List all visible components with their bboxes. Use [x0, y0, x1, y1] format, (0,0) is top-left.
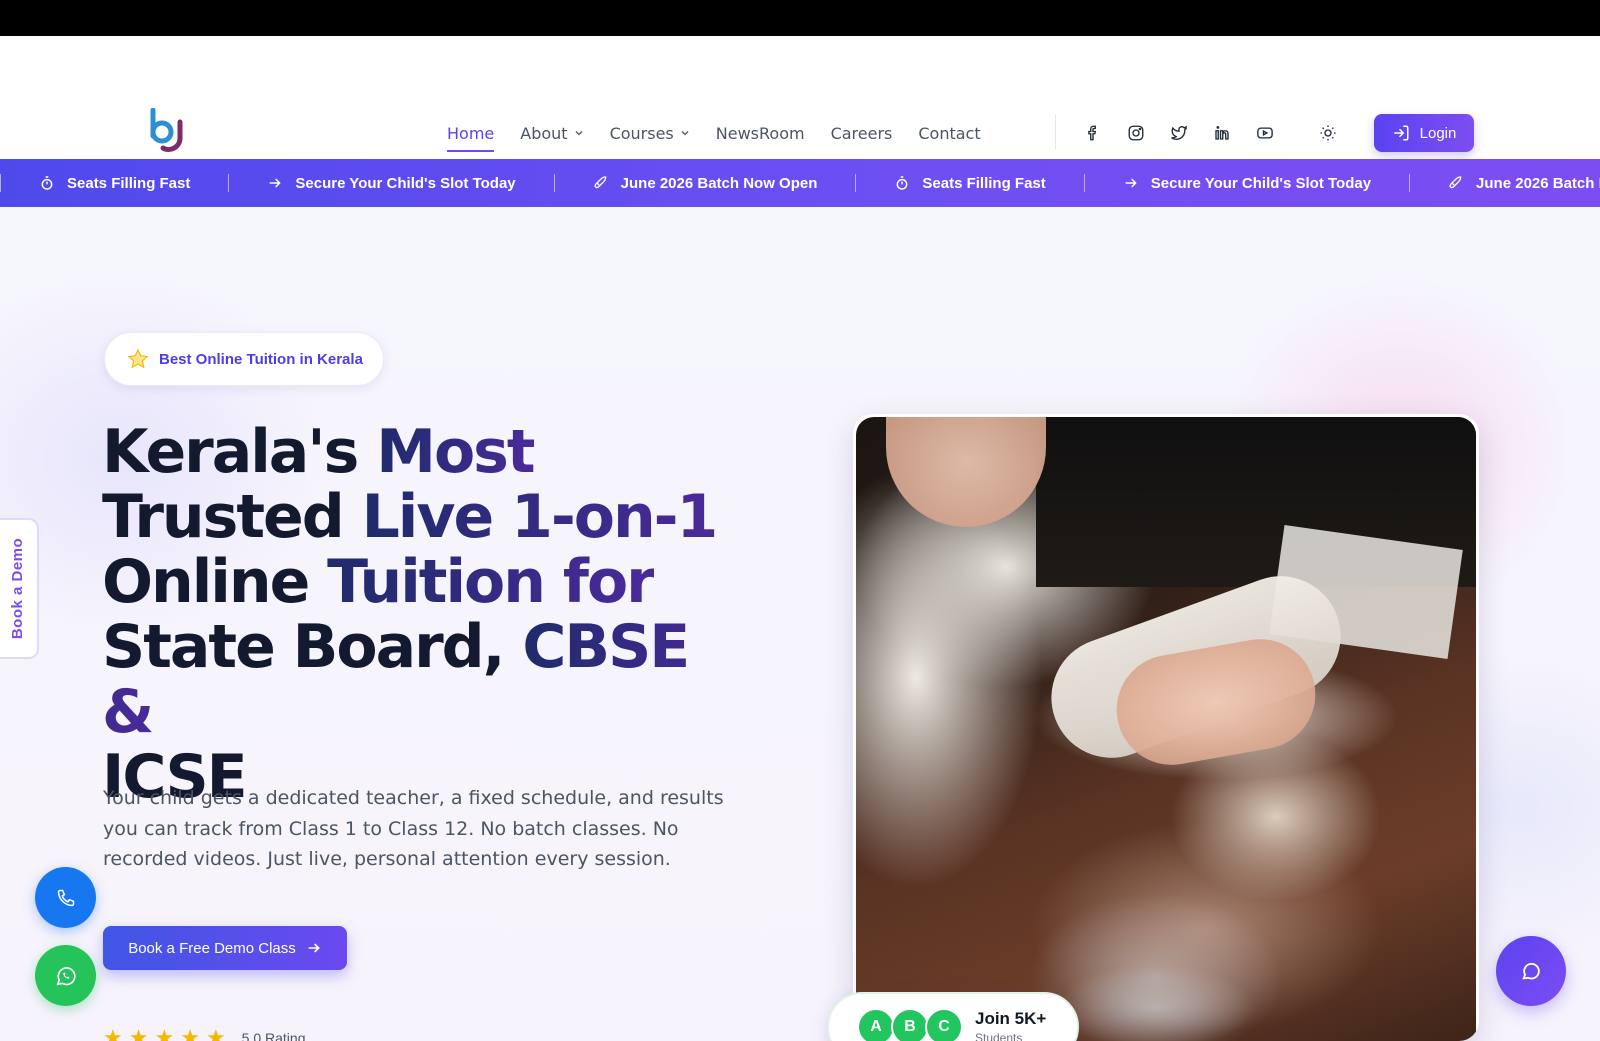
- chevron-down-icon: [575, 131, 583, 136]
- instagram-icon[interactable]: [1125, 122, 1147, 144]
- ticker-item: June 2026 Batch Now Open: [555, 175, 856, 192]
- stopwatch-icon: [41, 176, 53, 190]
- ticker-label: June 2026 Batch Now Open: [620, 174, 818, 192]
- nav-careers[interactable]: Careers: [818, 122, 906, 144]
- book-demo-button[interactable]: Book a Free Demo Class: [103, 926, 347, 970]
- star-icon: ★: [128, 1025, 149, 1041]
- arrow-right-icon: [308, 943, 320, 953]
- rocket-icon: [593, 176, 606, 189]
- rocket-icon: [1449, 176, 1462, 189]
- rating-text: 5.0 Rating: [241, 1030, 306, 1041]
- headline-part: Kerala's: [102, 417, 377, 487]
- twitter-icon[interactable]: [1168, 122, 1190, 144]
- whatsapp-icon: [55, 966, 76, 985]
- ticker-item: Secure Your Child's Slot Today: [1085, 175, 1409, 192]
- brand-logo[interactable]: [147, 108, 189, 154]
- headline-highlight: Tuition for: [327, 547, 656, 617]
- star-icon: ★: [103, 1025, 123, 1041]
- headline-part: Trusted: [102, 482, 362, 552]
- nav-contact-label: Contact: [918, 123, 981, 143]
- rating-row: ★ ★ ★ ★ ★ 5.0 Rating: [103, 1027, 306, 1041]
- hero-image-frame: [853, 414, 1479, 1041]
- book-demo-side-tab[interactable]: Book a Demo: [0, 518, 39, 659]
- login-icon: [1393, 125, 1409, 141]
- headline-highlight: Most: [376, 417, 535, 487]
- hero-photo: [856, 417, 1476, 1041]
- side-tab-label: Book a Demo: [9, 537, 27, 640]
- nav-about-label: About: [520, 123, 568, 143]
- avatar: C: [925, 1008, 963, 1041]
- avatar: A: [857, 1008, 895, 1041]
- ticker-track: Seats Filling Fast Secure Your Child's S…: [0, 159, 1600, 207]
- hero-badge: Best Online Tuition in Kerala: [104, 332, 384, 386]
- ticker-label: Seats Filling Fast: [67, 174, 191, 192]
- facebook-icon[interactable]: [1082, 122, 1104, 144]
- linkedin-icon[interactable]: [1211, 122, 1233, 144]
- ticker-item: Seats Filling Fast: [856, 175, 1083, 192]
- arrow-right-icon: [270, 178, 282, 188]
- nav-careers-label: Careers: [830, 123, 893, 143]
- nav-about[interactable]: About: [507, 122, 596, 144]
- phone-icon: [57, 889, 74, 906]
- nav-home[interactable]: Home: [447, 122, 507, 152]
- ticker-label: Seats Filling Fast: [922, 174, 1046, 192]
- chat-button[interactable]: [1496, 936, 1566, 1006]
- hero-headline: Kerala's Most Trusted Live 1-on-1 Online…: [102, 420, 742, 810]
- login-button[interactable]: Login: [1374, 114, 1474, 152]
- chat-bubble-icon: [1522, 962, 1540, 980]
- stopwatch-icon: [896, 176, 908, 190]
- nav-newsroom-label: NewsRoom: [715, 123, 805, 143]
- headline-highlight: Live 1-on-1: [361, 482, 719, 552]
- join-title: Join 5K+: [975, 1009, 1047, 1028]
- social-links: [1082, 122, 1276, 144]
- ticker-item: Seats Filling Fast: [1, 175, 228, 192]
- star-icon: ★: [205, 1025, 226, 1041]
- ticker-item: Secure Your Child's Slot Today: [229, 175, 553, 192]
- nav-home-label: Home: [447, 123, 495, 143]
- announcement-ticker: Seats Filling Fast Secure Your Child's S…: [0, 159, 1600, 207]
- hero-subtext: Your child gets a dedicated teacher, a f…: [103, 787, 724, 870]
- call-button[interactable]: [35, 867, 96, 928]
- theme-toggle-sun-icon[interactable]: [1317, 122, 1339, 144]
- main-menu: Home About Courses NewsRoom Careers Cont…: [447, 122, 994, 152]
- star-icon: [127, 348, 149, 369]
- nav-contact[interactable]: Contact: [905, 122, 993, 144]
- login-label: Login: [1419, 124, 1457, 142]
- headline-part: State Board,: [102, 612, 523, 682]
- star-icon: ★: [180, 1025, 200, 1041]
- chevron-down-icon: [681, 131, 689, 136]
- join-text: Join 5K+ Students: [975, 1009, 1046, 1041]
- nav-courses-label: Courses: [609, 123, 674, 143]
- ticker-item: June 2026 Batch Now Open: [1410, 175, 1600, 192]
- star-icon: ★: [154, 1025, 175, 1041]
- whatsapp-button[interactable]: [35, 945, 96, 1006]
- headline-part: Online: [102, 547, 328, 617]
- ticker-label: Secure Your Child's Slot Today: [295, 174, 516, 192]
- ticker-label: Secure Your Child's Slot Today: [1150, 174, 1372, 192]
- avatar: B: [891, 1008, 929, 1041]
- youtube-icon[interactable]: [1254, 122, 1276, 144]
- site-header: Home About Courses NewsRoom Careers Cont…: [0, 36, 1600, 159]
- ticker-label: June 2026 Batch Now Open: [1476, 174, 1600, 192]
- nav-divider: [1055, 114, 1056, 150]
- nav-newsroom[interactable]: NewsRoom: [703, 122, 818, 144]
- arrow-right-icon: [1125, 178, 1137, 188]
- nav-courses[interactable]: Courses: [597, 122, 703, 144]
- book-demo-label: Book a Free Demo Class: [128, 939, 296, 957]
- join-subtitle: Students: [975, 1031, 1023, 1041]
- join-students-card: A B C Join 5K+ Students: [827, 992, 1079, 1041]
- hero-badge-label: Best Online Tuition in Kerala: [159, 350, 363, 368]
- browser-top-bar: [0, 0, 1600, 36]
